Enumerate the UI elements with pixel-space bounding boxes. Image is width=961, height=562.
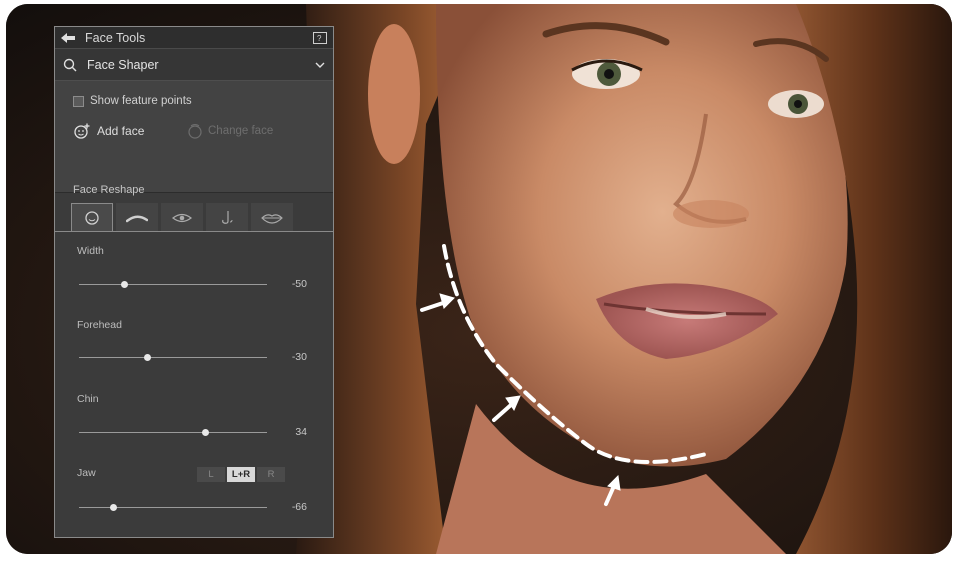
panel-titlebar: Face Tools ? — [55, 27, 333, 49]
face-reshape-title: Face Reshape — [73, 184, 145, 196]
jaw-left-button[interactable]: L — [197, 467, 225, 482]
lips-icon — [261, 212, 283, 224]
forehead-slider-label: Forehead — [77, 319, 122, 331]
forehead-value: -30 — [291, 351, 307, 363]
face-tools-panel: Face Tools ? Face Shaper Show feature po… — [54, 26, 334, 538]
width-slider-thumb[interactable] — [121, 281, 129, 288]
change-face-label: Change face — [208, 125, 274, 137]
eyebrow-icon — [126, 212, 148, 224]
reshape-tabs — [71, 203, 296, 231]
face-icon — [84, 210, 100, 226]
back-arrow-icon[interactable] — [61, 32, 75, 43]
tab-face[interactable] — [71, 203, 113, 231]
face-search-icon — [63, 58, 77, 72]
change-face-icon — [187, 123, 203, 139]
tab-lips[interactable] — [251, 203, 293, 231]
show-feature-points-toggle[interactable]: Show feature points — [73, 95, 192, 107]
width-value: -50 — [291, 278, 307, 290]
add-face-button[interactable]: Add face — [73, 123, 144, 139]
chin-slider[interactable] — [79, 429, 267, 436]
jaw-slider-label: Jaw — [77, 467, 96, 479]
tab-eye[interactable] — [161, 203, 203, 231]
tab-eyebrow[interactable] — [116, 203, 158, 231]
chevron-down-icon[interactable] — [315, 62, 325, 68]
eye-icon — [172, 212, 192, 224]
jaw-slider-thumb[interactable] — [109, 504, 117, 511]
chin-slider-thumb[interactable] — [201, 429, 209, 436]
jaw-value: -66 — [291, 501, 307, 513]
tab-nose[interactable] — [206, 203, 248, 231]
jaw-right-button[interactable]: R — [257, 467, 285, 482]
show-feature-points-label: Show feature points — [90, 95, 192, 107]
chin-value: 34 — [295, 426, 307, 438]
forehead-slider[interactable] — [79, 354, 267, 361]
width-slider[interactable] — [79, 281, 267, 288]
add-face-label: Add face — [97, 124, 145, 138]
jaw-both-button[interactable]: L+R — [227, 467, 255, 482]
help-icon[interactable]: ? — [313, 31, 327, 44]
add-face-icon — [73, 123, 91, 139]
chin-slider-label: Chin — [77, 393, 99, 405]
face-options-section: Show feature points Add face Change face — [55, 81, 333, 193]
jaw-slider[interactable] — [79, 504, 267, 511]
panel-title: Face Tools — [85, 30, 146, 45]
jaw-side-toggle: L L+R R — [197, 467, 287, 482]
tabs-divider — [55, 231, 333, 232]
tool-label: Face Shaper — [87, 57, 159, 72]
svg-text:?: ? — [317, 34, 322, 43]
forehead-slider-thumb[interactable] — [143, 354, 151, 361]
width-slider-label: Width — [77, 245, 104, 257]
tool-selector[interactable]: Face Shaper — [55, 49, 333, 81]
change-face-button[interactable]: Change face — [187, 123, 273, 139]
nose-icon — [219, 210, 235, 226]
show-feature-points-checkbox[interactable] — [73, 95, 84, 107]
